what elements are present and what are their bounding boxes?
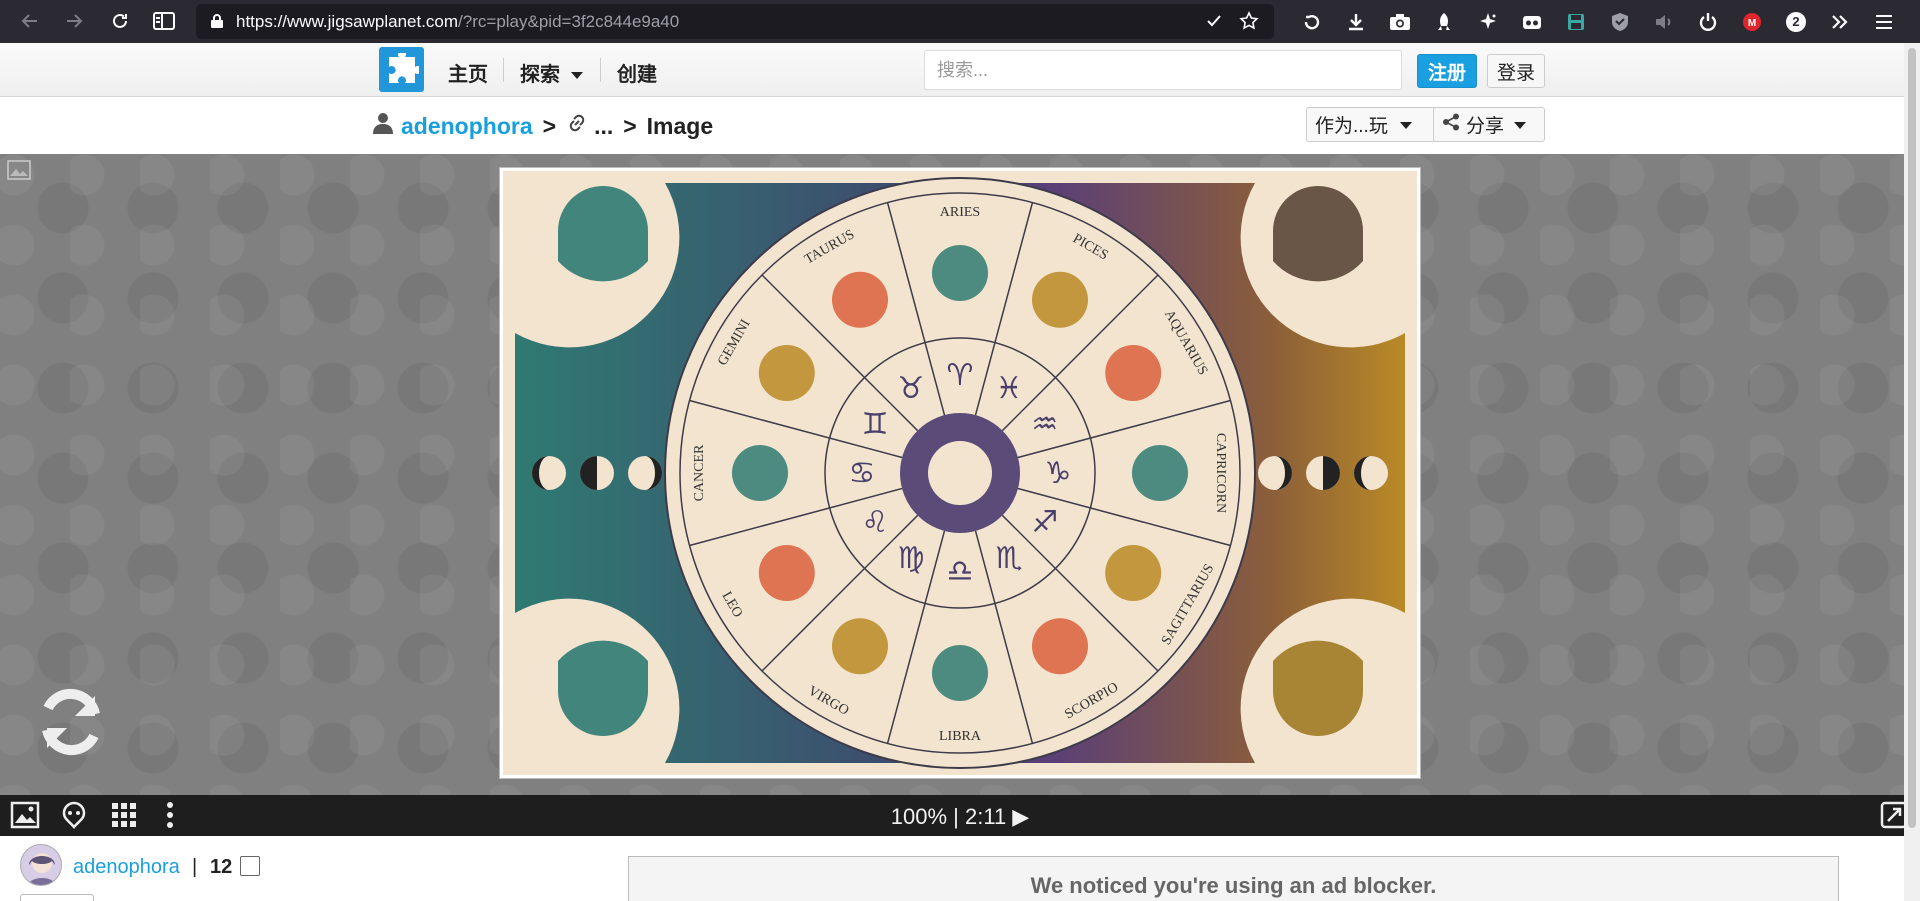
back-arrow-icon[interactable] [12,3,48,39]
zodiac-figure [758,545,815,601]
scrollbar-thumb[interactable] [1908,48,1916,828]
share-icon [1442,113,1460,137]
mail-extension-icon[interactable]: M [1730,0,1774,43]
puzzle-control-bar: 100% | 2:11 ▶ [0,795,1920,836]
overflow-chevrons-icon[interactable] [1818,0,1862,43]
image-preview-icon[interactable] [7,160,31,185]
zodiac-label: CAPRICORN [1213,433,1228,513]
adblock-notice: We noticed you're using an ad blocker. [628,856,1839,901]
power-icon[interactable] [1686,0,1730,43]
breadcrumb-separator: > [623,112,637,139]
zodiac-glyph: ♓ [996,371,1023,406]
zodiac-figure [932,245,988,301]
url-text: https://www.jigsawplanet.com/?rc=play&pi… [236,12,679,32]
check-icon[interactable] [1205,12,1223,35]
svg-text:M: M [1748,18,1756,29]
notification-badge[interactable]: 2 [1774,0,1818,43]
browser-toolbar: https://www.jigsawplanet.com/?rc=play&pi… [0,0,1920,43]
author-username[interactable]: adenophora [73,856,180,879]
shield-icon[interactable] [1598,0,1642,43]
hamburger-menu-icon[interactable] [1862,0,1906,43]
bookmark-star-icon[interactable] [1239,11,1259,36]
nav-divider [600,58,601,82]
progress-timer-status: 100% | 2:11 ▶ [890,804,1030,829]
speaker-icon[interactable] [1642,0,1686,43]
breadcrumb-bar: adenophora > ... > Image 作为...玩 分享 [0,98,1920,154]
zodiac-figure [732,445,788,501]
zodiac-glyph: ♑ [1045,456,1072,491]
zodiac-glyph: ♊ [862,407,889,442]
zodiac-figure [932,645,988,701]
zodiac-glyph: ♒ [1031,407,1058,442]
share-label: 分享 [1466,116,1505,137]
play-as-label: 作为...玩 [1315,116,1388,137]
url-host: https://www.jigsawplanet.com [236,11,459,31]
breadcrumb-separator: > [542,112,557,139]
breadcrumb-ellipsis[interactable]: ... [594,113,613,140]
zodiac-glyph: ♋ [849,456,876,491]
download-icon[interactable] [1334,0,1378,43]
login-button[interactable]: 登录 [1487,54,1545,88]
zodiac-figure [758,345,815,401]
small-action-button[interactable] [20,894,94,901]
zodiac-label: CANCER [692,444,707,501]
piece-shape-icon [240,856,260,876]
zodiac-glyph: ♌ [862,505,889,540]
breadcrumb: adenophora > ... > Image [373,112,713,140]
zodiac-label: LIBRA [939,729,982,744]
reload-icon[interactable] [102,3,138,39]
link-icon[interactable] [566,112,588,140]
zodiac-illustration: ARIESPICESAQUARIUSCAPRICORNSAGITTARIUSSC… [503,171,1417,775]
search-input[interactable] [924,50,1402,90]
nav-home[interactable]: 主页 [448,58,488,87]
puzzle-board[interactable]: ARIES PICES AQUARIUS CAPRICORN SAGITTARIUS SC… [0,154,1920,795]
nav-explore[interactable]: 探索 [520,58,560,87]
mask-icon[interactable] [1510,0,1554,43]
avatar[interactable] [20,844,62,886]
caret-down-icon[interactable] [571,67,583,85]
zodiac-figure [1132,445,1188,501]
sparkle-icon[interactable] [1466,0,1510,43]
zodiac-glyph: ♐ [1031,505,1058,540]
zodiac-glyph: ♏ [996,541,1023,576]
share-dropdown[interactable]: 分享 [1433,107,1545,142]
zodiac-glyph: ♉ [898,371,925,406]
breadcrumb-user[interactable]: adenophora [401,113,533,140]
forward-arrow-icon[interactable] [56,3,92,39]
undo-icon[interactable] [1290,0,1334,43]
rocket-icon[interactable] [1422,0,1466,43]
save-floppy-icon[interactable] [1554,0,1598,43]
lock-icon [210,13,224,34]
reader-view-icon[interactable] [146,3,182,39]
zodiac-glyph: ♎ [947,554,974,589]
piece-count: 12 [210,856,233,878]
puzzle-image[interactable]: ARIES PICES AQUARIUS CAPRICORN SAGITTARIUS SC… [500,168,1420,778]
toolbar-icons: M 2 [1290,0,1906,43]
zodiac-figure [1105,345,1162,401]
caret-down-icon [1514,114,1527,136]
site-header: 主页 探索 创建 注册 登录 [0,43,1920,97]
breadcrumb-current: Image [646,112,714,139]
jigsaw-logo-icon[interactable] [379,47,424,92]
zodiac-figure [832,618,888,675]
zodiac-label: ARIES [940,205,980,220]
nav-divider [503,58,504,82]
zodiac-figure [1105,545,1162,601]
notification-count: 2 [1786,11,1806,32]
shuffle-refresh-icon[interactable] [33,684,109,765]
url-path: /?rc=play&pid=3f2c844e9a40 [458,11,680,31]
zodiac-figure [832,271,888,328]
zodiac-glyph: ♍ [898,541,925,576]
zodiac-figure [1032,271,1088,328]
zodiac-figure [1032,618,1088,675]
zodiac-glyph: ♈ [947,358,974,393]
user-icon [373,112,393,140]
nav-create[interactable]: 创建 [617,58,657,87]
puzzle-info-area: adenophora | 12 We noticed you're using … [0,836,1920,901]
register-button[interactable]: 注册 [1417,54,1477,88]
url-bar[interactable]: https://www.jigsawplanet.com/?rc=play&pi… [196,4,1274,39]
caret-down-icon [1399,114,1412,136]
camera-icon[interactable] [1378,0,1422,43]
info-separator: | [192,856,198,878]
